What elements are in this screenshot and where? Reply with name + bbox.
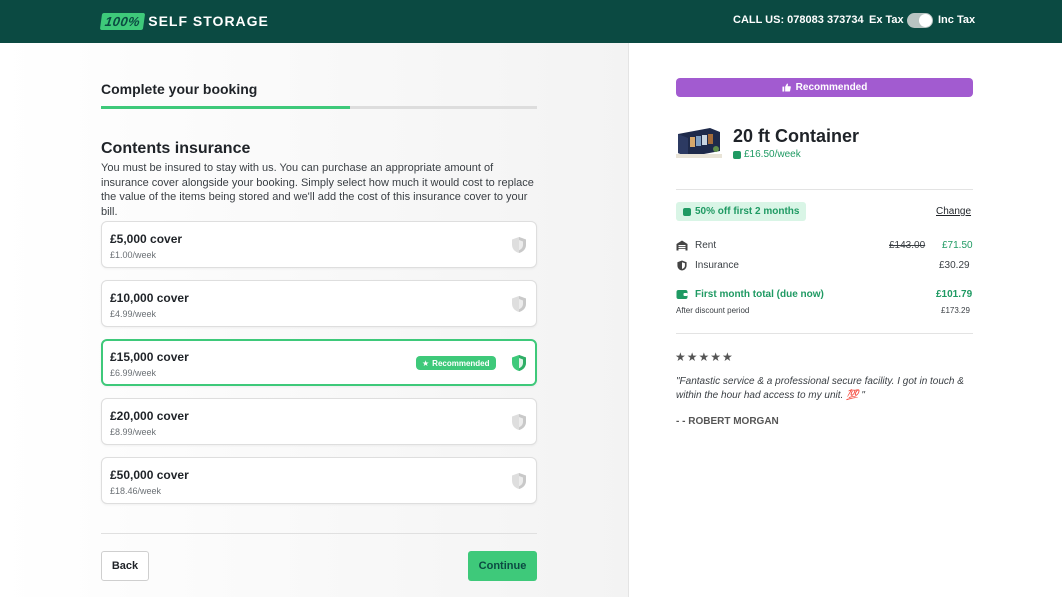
- progress-fill: [101, 106, 350, 109]
- wallet-icon: [676, 290, 688, 299]
- logo-text: SELF STORAGE: [148, 13, 269, 29]
- tag-icon: [733, 150, 741, 159]
- unit-price: £16.50/week: [733, 149, 801, 160]
- back-button[interactable]: Back: [101, 551, 149, 581]
- section-description: You must be insured to stay with us. You…: [101, 162, 534, 218]
- site-header: 100% SELF STORAGE CALL US: 078083 373734…: [0, 0, 1062, 43]
- call-us-link[interactable]: CALL US: 078083 373734: [733, 14, 864, 26]
- cover-option-20000[interactable]: £20,000 cover £8.99/week: [101, 398, 537, 445]
- option-price: £8.99/week: [110, 427, 157, 437]
- first-month-total-label: First month total (due now): [695, 289, 824, 300]
- recommended-banner-label: Recommended: [795, 82, 868, 93]
- shield-icon: [512, 473, 526, 489]
- rent-discounted-price: £71.50: [942, 240, 973, 251]
- insurance-row: Insurance: [676, 260, 739, 271]
- divider: [101, 533, 537, 534]
- option-title: £10,000 cover: [110, 291, 189, 305]
- rating-stars: ★★★★★: [675, 350, 734, 364]
- section-title: Contents insurance: [101, 140, 251, 157]
- cover-option-10000[interactable]: £10,000 cover £4.99/week: [101, 280, 537, 327]
- recommended-badge-label: Recommended: [432, 358, 490, 368]
- tax-toggle[interactable]: [907, 13, 933, 28]
- tag-icon: [683, 207, 691, 216]
- option-title: £20,000 cover: [110, 409, 189, 423]
- cover-option-5000[interactable]: £5,000 cover £1.00/week: [101, 221, 537, 268]
- rent-original-price: £143.00: [889, 240, 926, 251]
- option-price: £6.99/week: [110, 368, 157, 378]
- toggle-knob: [919, 14, 932, 27]
- reviewer-name: - - ROBERT MORGAN: [676, 416, 779, 427]
- option-title: £50,000 cover: [110, 468, 189, 482]
- rent-label: Rent: [695, 240, 717, 251]
- shield-icon: [512, 237, 526, 253]
- option-price: £4.99/week: [110, 309, 157, 319]
- promo-label: 50% off first 2 months: [695, 206, 800, 217]
- divider: [676, 333, 973, 334]
- logo[interactable]: 100% SELF STORAGE: [99, 12, 269, 30]
- option-title: £5,000 cover: [110, 232, 183, 246]
- unit-name: 20 ft Container: [733, 126, 860, 146]
- first-month-total-row: First month total (due now): [676, 289, 824, 300]
- continue-button[interactable]: Continue: [468, 551, 537, 581]
- insurance-price: £30.29: [939, 260, 970, 271]
- rent-row: Rent: [676, 240, 716, 251]
- change-link[interactable]: Change: [936, 206, 971, 217]
- step-title: Complete your booking: [101, 81, 258, 97]
- inc-tax-label: Inc Tax: [938, 14, 976, 26]
- divider: [676, 189, 973, 190]
- review-text: "Fantastic service & a professional secu…: [676, 376, 964, 401]
- ex-tax-label: Ex Tax: [869, 14, 904, 26]
- insurance-label: Insurance: [695, 260, 739, 271]
- shield-icon: [512, 355, 526, 371]
- shield-icon: [512, 414, 526, 430]
- garage-icon: [676, 240, 688, 251]
- shield-icon: [677, 260, 687, 271]
- after-discount-label: After discount period: [676, 306, 750, 315]
- shield-icon: [512, 296, 526, 312]
- recommended-badge: ★ Recommended: [416, 356, 496, 370]
- progress-bar: [101, 106, 537, 109]
- logo-badge: 100%: [99, 12, 146, 30]
- option-title: £15,000 cover: [110, 350, 189, 364]
- star-icon: ★: [422, 358, 430, 368]
- cover-option-15000[interactable]: £15,000 cover £6.99/week ★ Recommended: [101, 339, 537, 386]
- promo-badge: 50% off first 2 months: [676, 202, 807, 221]
- unit-price-value: £16.50/week: [744, 149, 801, 160]
- recommended-banner: Recommended: [676, 78, 973, 97]
- option-price: £1.00/week: [110, 250, 157, 260]
- option-price: £18.46/week: [110, 486, 162, 496]
- container-image: [676, 127, 722, 158]
- thumbs-up-icon: [782, 83, 791, 92]
- first-month-total-value: £101.79: [936, 289, 973, 300]
- after-discount-value: £173.29: [941, 306, 970, 315]
- cover-option-50000[interactable]: £50,000 cover £18.46/week: [101, 457, 537, 504]
